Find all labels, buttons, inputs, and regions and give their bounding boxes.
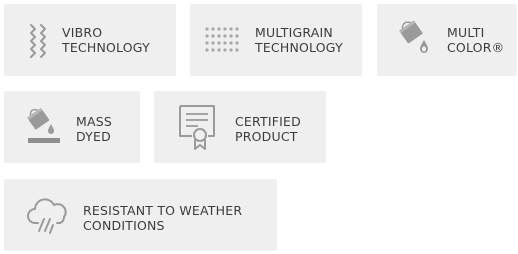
badge-weather-resistant: RESISTANT TO WEATHER CONDITIONS	[4, 179, 277, 251]
badge-label: CERTIFIED PRODUCT	[235, 114, 301, 144]
badge-label: VIBRO TECHNOLOGY	[62, 25, 150, 55]
certificate-icon	[178, 104, 216, 152]
badge-mass-dyed: MASS DYED	[4, 91, 140, 163]
badge-label: MULTIGRAIN TECHNOLOGY	[255, 25, 343, 55]
badge-label-line1: MULTIGRAIN	[255, 25, 333, 40]
paint-bucket-layer-icon	[26, 107, 62, 147]
badge-label-line1: RESISTANT TO WEATHER	[83, 203, 243, 218]
badge-label: MASS DYED	[76, 114, 112, 144]
badge-multigrain-technology: MULTIGRAIN TECHNOLOGY	[190, 4, 362, 76]
rain-cloud-icon	[26, 195, 72, 237]
badge-vibro-technology: VIBRO TECHNOLOGY	[4, 4, 176, 76]
badge-label-line1: CERTIFIED	[235, 114, 301, 129]
paint-bucket-drop-icon	[399, 18, 433, 58]
badge-label: MULTI COLOR®	[447, 25, 504, 55]
dot-grid-icon	[204, 26, 242, 56]
badge-label-line2: COLOR®	[447, 40, 505, 55]
badge-label-line1: MULTI	[447, 25, 485, 40]
vibro-wave-icon	[26, 23, 50, 59]
badge-label-line2: TECHNOLOGY	[62, 40, 150, 55]
badge-certified-product: CERTIFIED PRODUCT	[154, 91, 326, 163]
badge-label-line1: VIBRO	[62, 25, 103, 40]
badge-label-line2: PRODUCT	[235, 129, 298, 144]
badge-label-line1: MASS	[76, 114, 113, 129]
badge-multi-color: MULTI COLOR®	[377, 4, 517, 76]
badge-label: RESISTANT TO WEATHER CONDITIONS	[83, 203, 242, 233]
badge-label-line2: CONDITIONS	[83, 218, 165, 233]
badge-label-line2: TECHNOLOGY	[255, 40, 343, 55]
badge-label-line2: DYED	[76, 129, 111, 144]
